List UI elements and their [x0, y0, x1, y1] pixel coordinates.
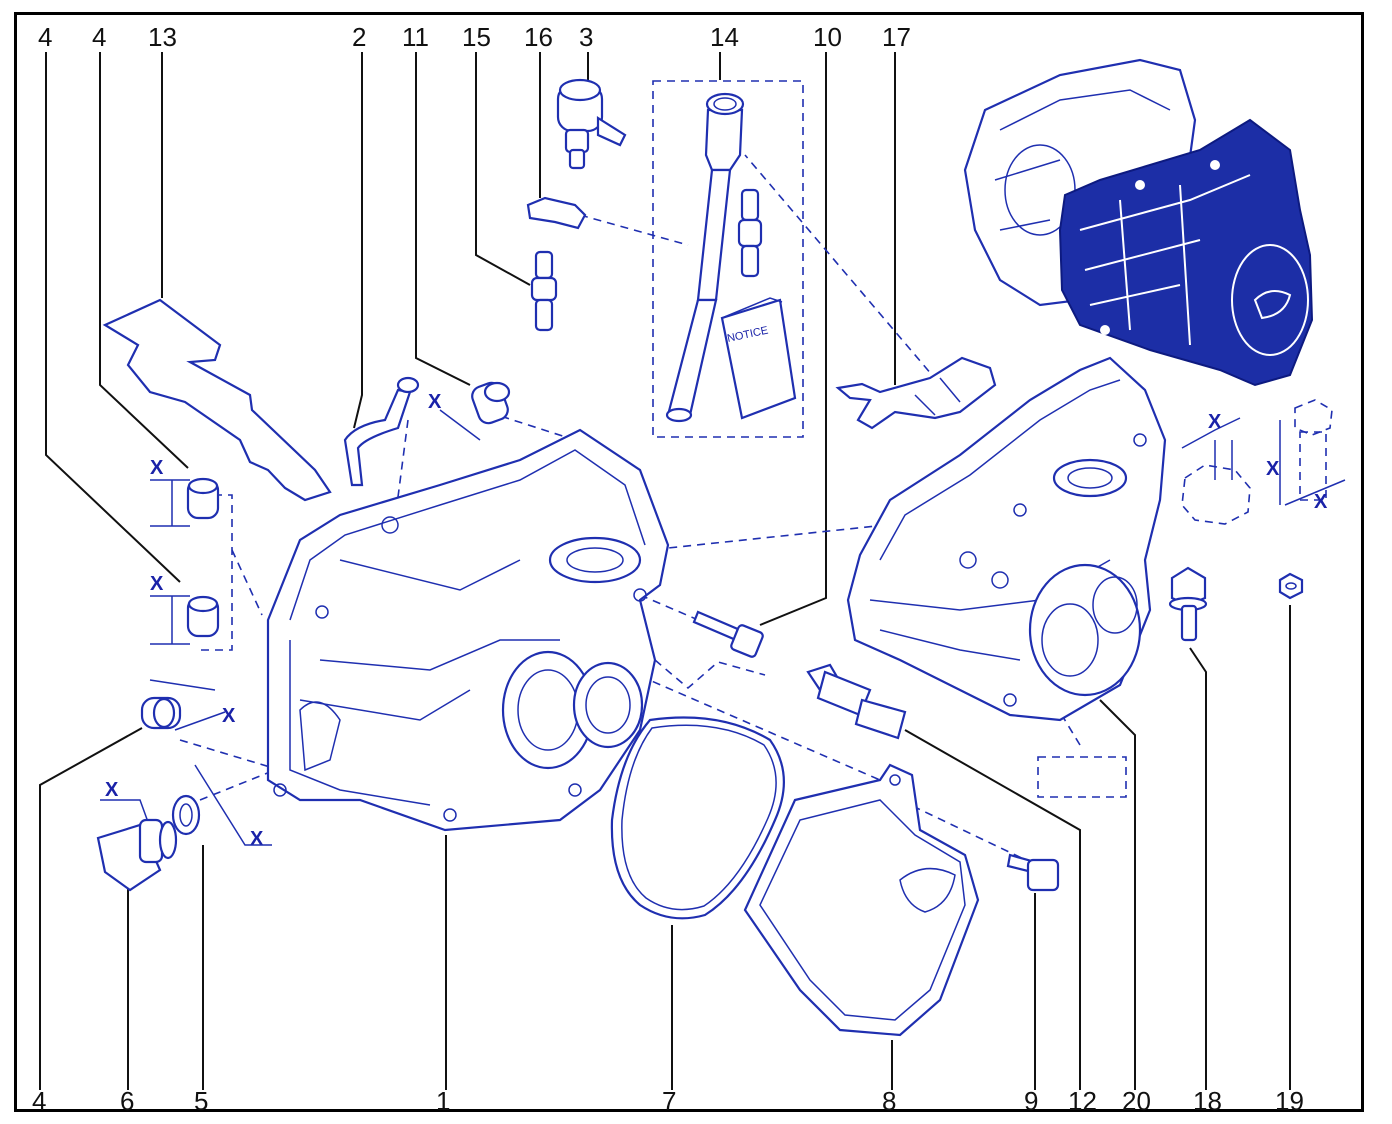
dimension-x-label: X — [1266, 458, 1280, 480]
callout-2: 2 — [352, 22, 366, 52]
callout-20: 20 — [1122, 1086, 1151, 1116]
callout-bottom-4: 4 — [32, 1086, 46, 1116]
callout-7: 7 — [662, 1086, 676, 1116]
callout-13: 13 — [148, 22, 177, 52]
callout-6: 6 — [120, 1086, 134, 1116]
callout-top-4a: 4 — [38, 22, 52, 52]
callout-16: 16 — [524, 22, 553, 52]
notice-booklet — [720, 298, 797, 420]
callout-11: 11 — [402, 22, 429, 52]
callout-17: 17 — [882, 22, 911, 52]
bush-middle — [186, 595, 220, 638]
dimension-x-label: X — [222, 705, 236, 727]
dimension-x-label: X — [428, 391, 442, 413]
sensor-bracket — [835, 356, 997, 430]
dimension-x-label: X — [150, 573, 164, 595]
cover-gasket-inner — [621, 724, 777, 911]
cover-bolt — [1006, 853, 1060, 892]
callout-15: 15 — [462, 22, 491, 52]
breather-hose — [343, 388, 412, 487]
bush-upper — [186, 477, 220, 520]
dimension-x-label: X — [105, 779, 119, 801]
heat-shield-bracket — [102, 298, 332, 502]
bush-lower — [140, 696, 182, 730]
callout-8: 8 — [882, 1086, 896, 1116]
bush-top — [471, 381, 511, 425]
callout-12: 12 — [1068, 1086, 1097, 1116]
callout-9: 9 — [1024, 1086, 1038, 1116]
reverse-light-switch — [806, 663, 907, 740]
dimension-detail-nut: X — [1181, 411, 1251, 525]
flange-nut — [1278, 572, 1304, 600]
hose-union — [530, 250, 558, 332]
callout-3: 3 — [579, 22, 593, 52]
callout-14: 14 — [710, 22, 739, 52]
breather-cap — [556, 78, 627, 170]
callout-5: 5 — [194, 1086, 208, 1116]
callout-top-4b: 4 — [92, 22, 106, 52]
bolt — [692, 610, 764, 658]
exploded-diagram: 4 4 13 2 11 15 16 3 14 10 17 4 6 5 1 7 8… — [32, 22, 1346, 1116]
dimension-x-label: X — [250, 828, 264, 850]
retaining-clip — [526, 196, 587, 230]
dimension-x-label: X — [150, 457, 164, 479]
callout-19: 19 — [1275, 1086, 1304, 1116]
callout-10: 10 — [813, 22, 842, 52]
dipstick-kit: NOTICE — [665, 92, 797, 423]
dimension-x-label: X — [1208, 411, 1222, 433]
callout-1: 1 — [436, 1086, 450, 1116]
callout-18: 18 — [1193, 1086, 1222, 1116]
dimension-detail-bolt: X X — [1266, 399, 1346, 513]
sealing-washer — [171, 794, 201, 836]
assembled-gearbox — [963, 58, 1314, 387]
flange-bolt — [1168, 566, 1208, 642]
dimension-x-label: X — [1314, 491, 1328, 513]
drain-plug — [96, 818, 178, 892]
